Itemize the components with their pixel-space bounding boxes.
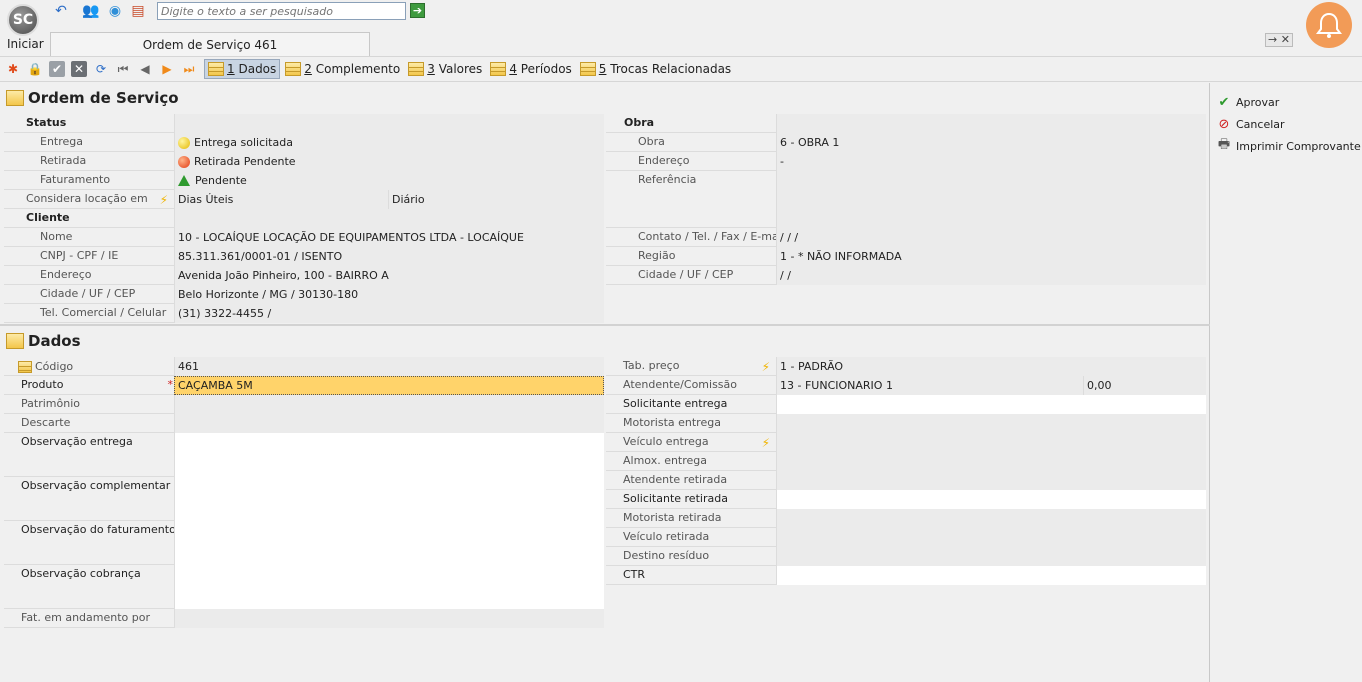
help-icon[interactable]: ◉	[106, 2, 124, 20]
table-icon	[6, 333, 24, 349]
nome-row: Nome 10 - LOCAÍQUE LOCAÇÃO DE EQUIPAMENT…	[4, 228, 604, 247]
toolbar: ✱ 🔒 ✔ ✕ ⟳ ⏮ ◀ ▶ ⏭ 1 Dados 2 Complemento …	[0, 56, 1362, 82]
obs-complementar-row: Observação complementar	[4, 477, 604, 521]
veiculo-retirada-row: Veículo retirada	[606, 528, 1206, 547]
window-icon[interactable]: ▤	[129, 2, 147, 20]
confirm-icon[interactable]: ✔	[49, 61, 65, 77]
users-icon[interactable]: 👥	[82, 2, 100, 20]
descarte-row: Descarte	[4, 414, 604, 433]
solicitante-entrega-row: Solicitante entrega	[606, 395, 1206, 414]
section-divider	[0, 324, 1210, 326]
faturamento-row: Faturamento Pendente	[4, 171, 604, 190]
search-go-button[interactable]: ➔	[410, 3, 425, 18]
yellow-status-icon	[178, 136, 190, 149]
section-dados: Dados	[6, 332, 81, 350]
obs-faturamento-field[interactable]	[174, 521, 604, 565]
regiao-row: Região 1 - * NÃO INFORMADA	[606, 247, 1206, 266]
solicitante-entrega-field[interactable]	[776, 395, 1206, 414]
tab-controls[interactable]: → ✕	[1265, 33, 1293, 47]
solicitante-retirada-row: Solicitante retirada	[606, 490, 1206, 509]
entrega-row: Entrega Entrega solicitada	[4, 133, 604, 152]
solicitante-retirada-field[interactable]	[776, 490, 1206, 509]
lock-icon[interactable]: 🔒	[24, 59, 46, 79]
table-icon	[208, 62, 224, 76]
tab-trocas[interactable]: 5 Trocas Relacionadas	[577, 59, 734, 79]
app-logo[interactable]: SC	[7, 4, 39, 36]
table-icon	[490, 62, 507, 76]
action-sidebar	[1211, 83, 1362, 682]
last-record-icon[interactable]: ⏭	[178, 59, 200, 79]
patrimonio-row: Patrimônio	[4, 395, 604, 414]
start-label[interactable]: Iniciar	[7, 37, 44, 51]
veiculo-entrega-row: Veículo entrega ⚡	[606, 433, 1206, 452]
obra-cidade-row: Cidade / UF / CEP / /	[606, 266, 1206, 285]
tab-dados[interactable]: 1 Dados	[204, 59, 281, 79]
tab-preco-row: Tab. preço ⚡ 1 - PADRÃO	[606, 357, 1206, 376]
atendente-row: Atendente/Comissão 13 - FUNCIONARIO 1 0,…	[606, 376, 1206, 395]
obs-faturamento-row: Observação do faturamento	[4, 521, 604, 565]
table-icon	[579, 62, 596, 76]
obs-cobranca-field[interactable]	[174, 565, 604, 609]
almox-entrega-row: Almox. entrega	[606, 452, 1206, 471]
first-record-icon[interactable]: ⏮	[112, 59, 134, 79]
green-triangle-icon	[178, 175, 190, 186]
next-record-icon[interactable]: ▶	[156, 59, 178, 79]
produto-row: Produto * CAÇAMBA 5M	[4, 376, 604, 395]
undo-icon[interactable]: ↶	[52, 2, 70, 20]
obs-cobranca-row: Observação cobrança	[4, 565, 604, 609]
check-icon: ✔	[1218, 94, 1230, 110]
referencia-row: Referência	[606, 171, 1206, 228]
fat-andamento-row: Fat. em andamento por	[4, 609, 604, 628]
red-status-icon	[178, 155, 190, 168]
table-icon	[285, 62, 302, 76]
obs-entrega-row: Observação entrega	[4, 433, 604, 477]
produto-field[interactable]: CAÇAMBA 5M	[174, 376, 604, 395]
tab-valores[interactable]: 3 Valores	[405, 59, 485, 79]
tab-ordem-servico[interactable]: Ordem de Serviço 461	[50, 32, 370, 56]
discard-icon[interactable]: ✕	[71, 61, 87, 77]
obra-endereco-row: Endereço -	[606, 152, 1206, 171]
obs-entrega-field[interactable]	[174, 433, 604, 477]
tab-periodos[interactable]: 4 Períodos	[487, 59, 574, 79]
contato-row: Contato / Tel. / Fax / E-mail / / /	[606, 228, 1206, 247]
cliente-header-row: Cliente	[4, 209, 604, 228]
status-header-row: Status	[4, 114, 604, 133]
search-input[interactable]	[157, 2, 406, 20]
lightning-icon[interactable]: ⚡	[762, 358, 770, 376]
tel-row: Tel. Comercial / Celular (31) 3322-4455 …	[4, 304, 604, 323]
table-icon	[408, 62, 425, 76]
cancel-icon: ⊘	[1218, 116, 1230, 132]
atendente-retirada-row: Atendente retirada	[606, 471, 1206, 490]
cancelar-action[interactable]: ⊘ Cancelar	[1216, 116, 1285, 132]
destino-residuo-row: Destino resíduo	[606, 547, 1206, 566]
printer-icon: 🖶	[1217, 137, 1231, 152]
considera-row: Considera locação em ⚡ Dias Úteis Diário	[4, 190, 604, 209]
prev-record-icon[interactable]: ◀	[134, 59, 156, 79]
refresh-icon[interactable]: ⟳	[90, 59, 112, 79]
aprovar-action[interactable]: ✔ Aprovar	[1216, 94, 1280, 110]
notification-bell-icon[interactable]	[1306, 2, 1352, 48]
cidade-row: Cidade / UF / CEP Belo Horizonte / MG / …	[4, 285, 604, 304]
retirada-row: Retirada Retirada Pendente	[4, 152, 604, 171]
obs-complementar-field[interactable]	[174, 477, 604, 521]
obra-header-row: Obra	[606, 114, 1206, 133]
section-ordem-servico: Ordem de Serviço	[6, 89, 179, 107]
motorista-entrega-row: Motorista entrega	[606, 414, 1206, 433]
new-record-icon[interactable]: ✱	[2, 59, 24, 79]
edit-icon	[18, 360, 32, 373]
cnpj-row: CNPJ - CPF / IE 85.311.361/0001-01 / ISE…	[4, 247, 604, 266]
obra-row: Obra 6 - OBRA 1	[606, 133, 1206, 152]
tab-complemento[interactable]: 2 Complemento	[282, 59, 403, 79]
ctr-field[interactable]	[776, 566, 1206, 585]
codigo-row: Código 461	[4, 357, 604, 376]
motorista-retirada-row: Motorista retirada	[606, 509, 1206, 528]
lightning-icon[interactable]: ⚡	[762, 434, 770, 452]
lightning-icon[interactable]: ⚡	[160, 191, 168, 209]
ctr-row: CTR	[606, 566, 1206, 585]
table-icon	[6, 90, 24, 106]
endereco-row: Endereço Avenida João Pinheiro, 100 - BA…	[4, 266, 604, 285]
imprimir-action[interactable]: 🖶Imprimir Comprovante de	[1216, 137, 1362, 154]
